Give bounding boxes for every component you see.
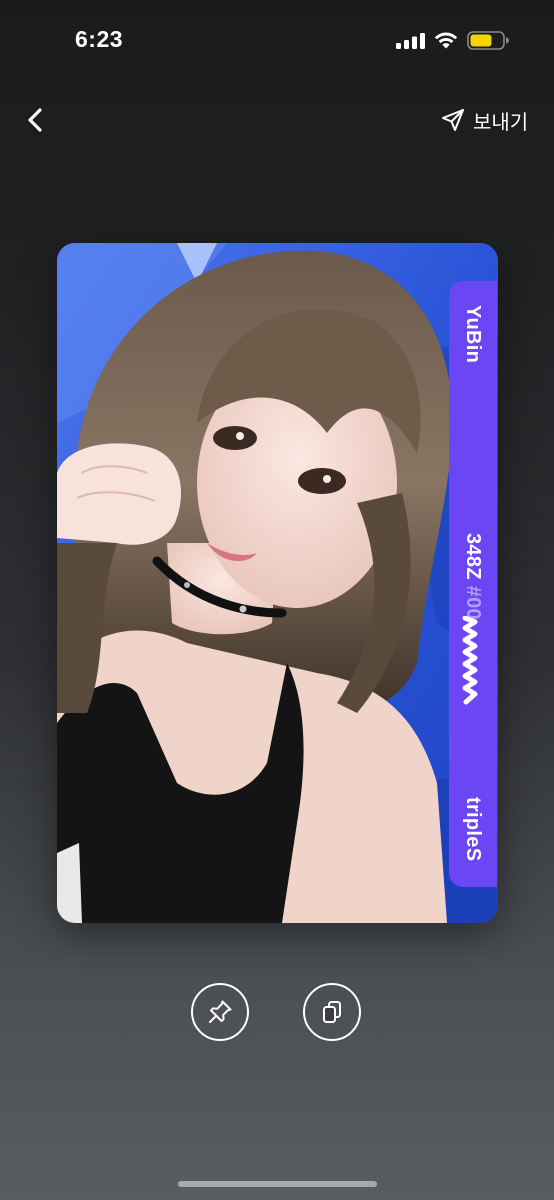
pin-button[interactable] [191, 983, 249, 1041]
battery-icon [467, 31, 509, 50]
wifi-icon [434, 32, 458, 49]
cellular-signal-icon [396, 33, 425, 49]
home-indicator [178, 1181, 377, 1187]
status-bar: 6:23 [0, 0, 554, 84]
serial-redaction-scribble [462, 616, 478, 705]
copy-button[interactable] [303, 983, 361, 1041]
status-time: 6:23 [75, 26, 124, 52]
member-name: YuBin [462, 305, 484, 364]
card-info-band: YuBin 348Z #00 tripleS [449, 281, 497, 887]
photocard-image [57, 243, 498, 923]
send-label: 보내기 [473, 109, 529, 134]
serial-code: 348Z [462, 533, 484, 580]
send-button[interactable]: 보내기 [440, 104, 528, 136]
back-button[interactable] [18, 100, 54, 140]
photocard[interactable]: YuBin 348Z #00 tripleS [57, 243, 498, 923]
group-name: tripleS [462, 797, 484, 862]
chevron-left-icon [28, 108, 42, 132]
serial-number: #00 [462, 585, 484, 620]
copy-icon [323, 1001, 341, 1023]
pin-icon [209, 1000, 232, 1023]
paper-plane-icon [442, 109, 464, 131]
card-serial: 348Z #00 [461, 533, 485, 620]
